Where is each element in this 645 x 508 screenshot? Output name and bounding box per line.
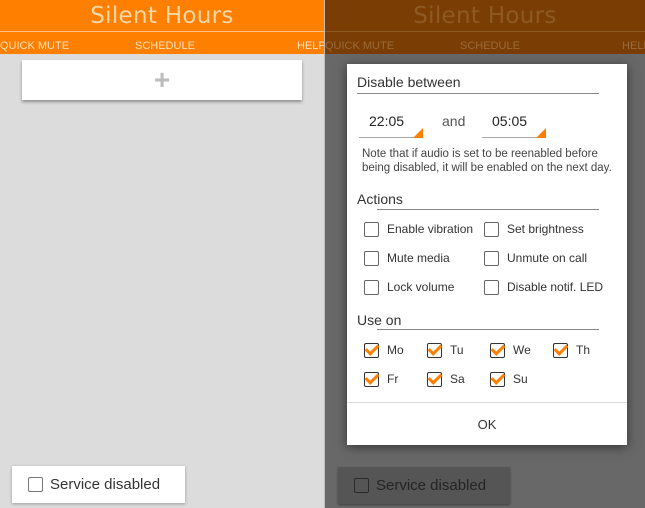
start-time-picker[interactable]: 22:05 xyxy=(359,112,423,138)
schedule-dialog: Disable between 22:05 and 05:05 Note tha… xyxy=(347,64,627,445)
add-schedule-button[interactable]: + xyxy=(22,60,302,100)
tab-help[interactable]: HELP xyxy=(297,40,324,52)
day-label: Th xyxy=(576,343,591,357)
app-title: Silent Hours xyxy=(90,3,234,29)
day-sa[interactable]: Sa xyxy=(427,370,465,388)
option-label: Enable vibration xyxy=(387,222,474,236)
action-mute-media[interactable]: Mute media xyxy=(364,249,450,267)
title-divider xyxy=(0,31,324,32)
ok-button[interactable]: OK xyxy=(347,403,627,445)
tab-quick-mute[interactable]: QUICK MUTE xyxy=(0,40,69,52)
checkbox[interactable] xyxy=(484,250,499,266)
disable-between-rule xyxy=(357,93,599,94)
service-toggle[interactable]: Service disabled xyxy=(12,466,185,503)
disable-between-heading: Disable between xyxy=(357,74,461,90)
service-label: Service disabled xyxy=(50,476,161,493)
tab-bar-dimmed: QUICK MUTE SCHEDULE HELP xyxy=(325,38,645,54)
action-unmute-on-call[interactable]: Unmute on call xyxy=(484,249,587,267)
checkbox[interactable] xyxy=(484,279,499,295)
schedule-screen: Silent Hours QUICK MUTE SCHEDULE HELP + … xyxy=(0,0,324,508)
day-label: Fr xyxy=(387,372,399,386)
day-label: Tu xyxy=(450,343,464,357)
day-tu[interactable]: Tu xyxy=(427,341,464,359)
checkbox-checked[interactable] xyxy=(364,371,379,387)
checkbox-checked[interactable] xyxy=(364,342,379,358)
tab-bar: QUICK MUTE SCHEDULE HELP xyxy=(0,38,324,54)
day-su[interactable]: Su xyxy=(490,370,528,388)
tab-help-dimmed: HELP xyxy=(622,40,645,52)
end-time-picker[interactable]: 05:05 xyxy=(482,112,546,138)
day-label: Sa xyxy=(450,372,465,386)
day-label: Mo xyxy=(387,343,404,357)
option-label: Disable notif. LED xyxy=(507,280,604,294)
service-checkbox[interactable] xyxy=(28,477,43,492)
app-title-dimmed: Silent Hours xyxy=(413,3,557,29)
tab-schedule-dimmed: SCHEDULE xyxy=(460,40,520,52)
end-time-value: 05:05 xyxy=(492,113,528,129)
service-checkbox-dimmed xyxy=(354,478,369,493)
actions-heading: Actions xyxy=(357,191,403,207)
day-label: Su xyxy=(513,372,528,386)
service-toggle-dimmed: Service disabled xyxy=(338,467,510,504)
option-label: Lock volume xyxy=(387,280,455,294)
option-label: Unmute on call xyxy=(507,251,588,265)
and-label: and xyxy=(442,113,466,129)
checkbox[interactable] xyxy=(484,221,499,237)
day-fr[interactable]: Fr xyxy=(364,370,398,388)
app-header: Silent Hours QUICK MUTE SCHEDULE HELP xyxy=(0,0,324,54)
service-label-dimmed: Service disabled xyxy=(376,477,487,494)
action-enable-vibration[interactable]: Enable vibration xyxy=(364,220,473,238)
day-label: We xyxy=(513,343,531,357)
option-label: Set brightness xyxy=(507,222,584,236)
checkbox-checked[interactable] xyxy=(427,371,442,387)
start-time-value: 22:05 xyxy=(369,113,405,129)
dropdown-corner-icon xyxy=(413,128,423,138)
action-set-brightness[interactable]: Set brightness xyxy=(484,220,584,238)
schedule-dialog-screen: Silent Hours QUICK MUTE SCHEDULE HELP Se… xyxy=(325,0,645,508)
reenable-note: Note that if audio is set to be reenable… xyxy=(362,148,612,174)
checkbox[interactable] xyxy=(364,221,379,237)
checkbox-checked[interactable] xyxy=(427,342,442,358)
tab-schedule[interactable]: SCHEDULE xyxy=(135,40,195,52)
plus-icon: + xyxy=(153,64,171,95)
action-lock-volume[interactable]: Lock volume xyxy=(364,278,454,296)
use-on-rule xyxy=(377,329,599,330)
checkbox[interactable] xyxy=(364,279,379,295)
day-we[interactable]: We xyxy=(490,341,531,359)
dropdown-corner-icon xyxy=(536,128,546,138)
checkbox[interactable] xyxy=(364,250,379,266)
checkbox-checked[interactable] xyxy=(553,342,568,358)
tab-quick-mute-dimmed: QUICK MUTE xyxy=(325,40,395,52)
day-th[interactable]: Th xyxy=(553,341,590,359)
action-disable-notif-led[interactable]: Disable notif. LED xyxy=(484,278,603,296)
title-divider-dimmed xyxy=(325,31,645,32)
use-on-heading: Use on xyxy=(357,312,402,328)
option-label: Mute media xyxy=(387,251,450,265)
checkbox-checked[interactable] xyxy=(490,371,505,387)
app-header-dimmed: Silent Hours QUICK MUTE SCHEDULE HELP xyxy=(325,0,645,54)
checkbox-checked[interactable] xyxy=(490,342,505,358)
day-mo[interactable]: Mo xyxy=(364,341,404,359)
actions-rule xyxy=(377,209,599,210)
